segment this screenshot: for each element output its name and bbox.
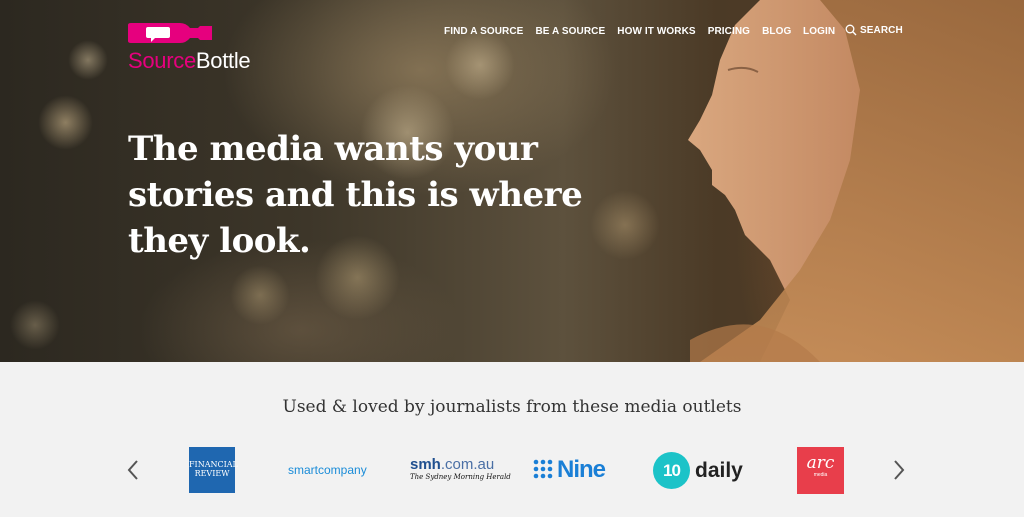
smh-logo: smh.com.au The Sydney Morning Herald bbox=[410, 456, 511, 481]
nav-how-it-works[interactable]: HOW IT WORKS bbox=[617, 26, 695, 37]
outlets-title: Used & loved by journalists from these m… bbox=[282, 397, 742, 417]
arc-logo-main: arc bbox=[806, 453, 835, 473]
10daily-logo: 10 daily bbox=[653, 452, 743, 489]
nine-dots-icon bbox=[533, 459, 553, 479]
search-link[interactable]: SEARCH bbox=[845, 24, 903, 36]
nine-logo: Nine bbox=[533, 456, 606, 484]
brand-wordmark: SourceBottle bbox=[128, 48, 251, 74]
hero-headline: The media wants your stories and this is… bbox=[128, 126, 608, 264]
hero-banner: SourceBottle FIND A SOURCE BE A SOURCE H… bbox=[0, 0, 1024, 362]
afr-logo-line-1: FINANCIAL bbox=[189, 460, 238, 469]
headline-line-1: The media wants your bbox=[128, 129, 538, 169]
arc-logo-sub: media bbox=[813, 472, 828, 478]
arc-media-logo: arc media bbox=[797, 447, 844, 494]
brand-source-word: Source bbox=[128, 48, 196, 73]
smh-logo-domain: .com.au bbox=[440, 456, 495, 473]
nav-blog[interactable]: BLOG bbox=[762, 26, 791, 37]
nav-pricing[interactable]: PRICING bbox=[708, 26, 750, 37]
chevron-left-icon[interactable] bbox=[126, 459, 140, 481]
sourcebottle-logo[interactable]: SourceBottle bbox=[128, 23, 278, 75]
nine-logo-text: Nine bbox=[557, 456, 606, 483]
media-outlets-section: Used & loved by journalists from these m… bbox=[0, 362, 1024, 517]
brand-bottle-word: Bottle bbox=[195, 48, 251, 73]
headline-line-2: stories and this is where bbox=[128, 175, 583, 215]
headline-line-3: they look. bbox=[128, 221, 311, 261]
login-wrap: LOGIN bbox=[803, 25, 835, 37]
bottle-icon bbox=[128, 23, 212, 43]
10daily-logo-number: 10 bbox=[653, 452, 690, 489]
smh-logo-main: smh bbox=[410, 456, 441, 473]
smh-logo-subtitle: The Sydney Morning Herald bbox=[410, 473, 511, 481]
afr-logo-line-2: REVIEW bbox=[194, 469, 230, 478]
search-label: SEARCH bbox=[860, 24, 903, 36]
main-nav: FIND A SOURCE BE A SOURCE HOW IT WORKS P… bbox=[444, 25, 803, 37]
smartcompany-logo: smartcompany bbox=[288, 463, 367, 477]
search-icon bbox=[845, 24, 857, 36]
nav-be-a-source[interactable]: BE A SOURCE bbox=[535, 26, 605, 37]
chevron-right-icon[interactable] bbox=[892, 459, 906, 481]
nav-find-a-source[interactable]: FIND A SOURCE bbox=[444, 26, 523, 37]
afr-logo: FINANCIAL REVIEW bbox=[189, 447, 238, 493]
login-link[interactable]: LOGIN bbox=[803, 26, 835, 37]
10daily-logo-word: daily bbox=[695, 458, 743, 482]
